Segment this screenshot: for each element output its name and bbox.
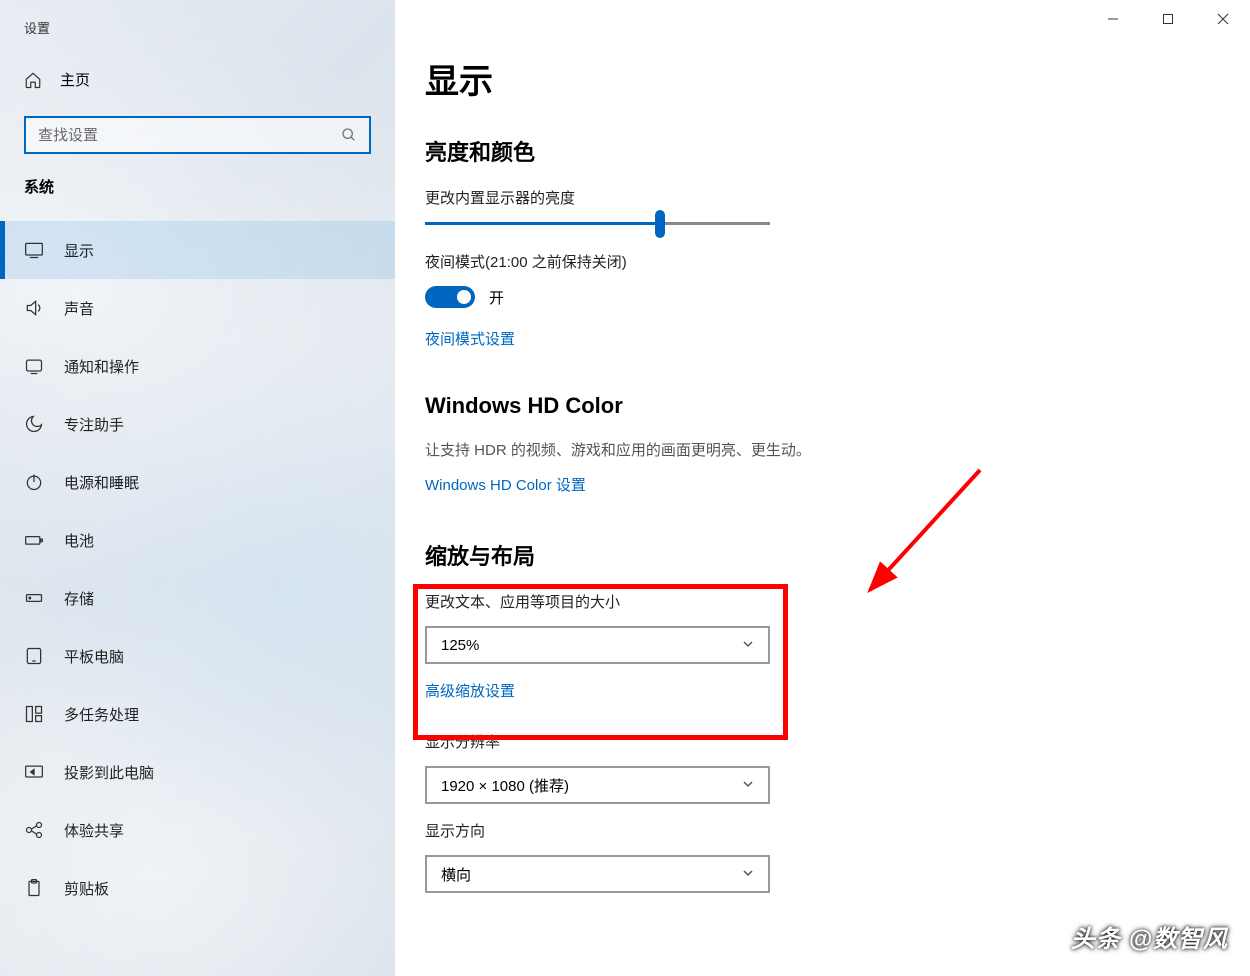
battery-icon: [24, 530, 44, 550]
section-scale-title: 缩放与布局: [425, 539, 1250, 571]
sidebar-item-label: 体验共享: [64, 820, 124, 841]
resolution-dropdown[interactable]: 1920 × 1080 (推荐): [425, 766, 770, 804]
sidebar-item-battery[interactable]: 电池: [0, 511, 395, 569]
sidebar-item-label: 声音: [64, 298, 94, 319]
sidebar-item-tablet[interactable]: 平板电脑: [0, 627, 395, 685]
sidebar-item-home[interactable]: 主页: [0, 57, 395, 102]
brightness-label: 更改内置显示器的亮度: [425, 187, 1250, 208]
sidebar-item-shared[interactable]: 体验共享: [0, 801, 395, 859]
sidebar-item-label: 投影到此电脑: [64, 762, 154, 783]
app-title: 设置: [0, 0, 395, 57]
sidebar: 设置 主页 系统 显示 声音 通知和操作: [0, 0, 395, 976]
sidebar-item-sound[interactable]: 声音: [0, 279, 395, 337]
chevron-down-icon: [742, 866, 754, 883]
brightness-slider[interactable]: [425, 222, 770, 225]
sidebar-item-storage[interactable]: 存储: [0, 569, 395, 627]
sidebar-item-label: 显示: [64, 240, 94, 261]
tablet-icon: [24, 646, 44, 666]
sidebar-item-label: 剪贴板: [64, 878, 109, 899]
orientation-dropdown[interactable]: 横向: [425, 855, 770, 893]
project-icon: [24, 762, 44, 782]
sidebar-item-label: 平板电脑: [64, 646, 124, 667]
display-icon: [24, 240, 44, 260]
night-mode-settings-link[interactable]: 夜间模式设置: [425, 328, 1250, 349]
section-brightness-title: 亮度和颜色: [425, 135, 1250, 167]
chevron-down-icon: [742, 777, 754, 794]
search-input[interactable]: [26, 127, 329, 144]
sidebar-home-label: 主页: [60, 69, 90, 90]
sidebar-item-focus[interactable]: 专注助手: [0, 395, 395, 453]
sidebar-item-label: 专注助手: [64, 414, 124, 435]
power-icon: [24, 472, 44, 492]
notifications-icon: [24, 356, 44, 376]
sidebar-section-title: 系统: [0, 176, 395, 221]
orientation-label: 显示方向: [425, 820, 1250, 841]
sidebar-item-notifications[interactable]: 通知和操作: [0, 337, 395, 395]
clipboard-icon: [24, 878, 44, 898]
sound-icon: [24, 298, 44, 318]
watermark: 头条 @数智风: [1071, 919, 1228, 954]
sidebar-item-label: 通知和操作: [64, 356, 139, 377]
section-hd-title: Windows HD Color: [425, 393, 1250, 419]
multitask-icon: [24, 704, 44, 724]
toggle-state-label: 开: [489, 287, 504, 308]
night-mode-toggle[interactable]: [425, 286, 475, 308]
slider-thumb[interactable]: [655, 210, 665, 238]
sidebar-item-multitask[interactable]: 多任务处理: [0, 685, 395, 743]
sidebar-item-power[interactable]: 电源和睡眠: [0, 453, 395, 511]
sidebar-item-label: 电池: [64, 530, 94, 551]
annotation-highlight-box: [413, 584, 788, 740]
search-input-wrap[interactable]: [24, 116, 371, 154]
hd-desc: 让支持 HDR 的视频、游戏和应用的画面更明亮、更生动。: [425, 439, 1250, 460]
search-icon: [329, 127, 369, 143]
sidebar-item-label: 电源和睡眠: [64, 472, 139, 493]
sidebar-item-display[interactable]: 显示: [0, 221, 395, 279]
storage-icon: [24, 588, 44, 608]
orientation-value: 横向: [441, 864, 471, 885]
page-title: 显示: [425, 0, 1250, 135]
night-mode-label: 夜间模式(21:00 之前保持关闭): [425, 251, 1250, 272]
sidebar-item-clipboard[interactable]: 剪贴板: [0, 859, 395, 917]
shared-icon: [24, 820, 44, 840]
sidebar-item-project[interactable]: 投影到此电脑: [0, 743, 395, 801]
hd-settings-link[interactable]: Windows HD Color 设置: [425, 474, 1250, 495]
sidebar-item-label: 存储: [64, 588, 94, 609]
sidebar-item-label: 多任务处理: [64, 704, 139, 725]
main-content: 显示 亮度和颜色 更改内置显示器的亮度 夜间模式(21:00 之前保持关闭) 开…: [395, 0, 1250, 976]
home-icon: [24, 71, 42, 89]
focus-icon: [24, 414, 44, 434]
resolution-value: 1920 × 1080 (推荐): [441, 775, 569, 796]
